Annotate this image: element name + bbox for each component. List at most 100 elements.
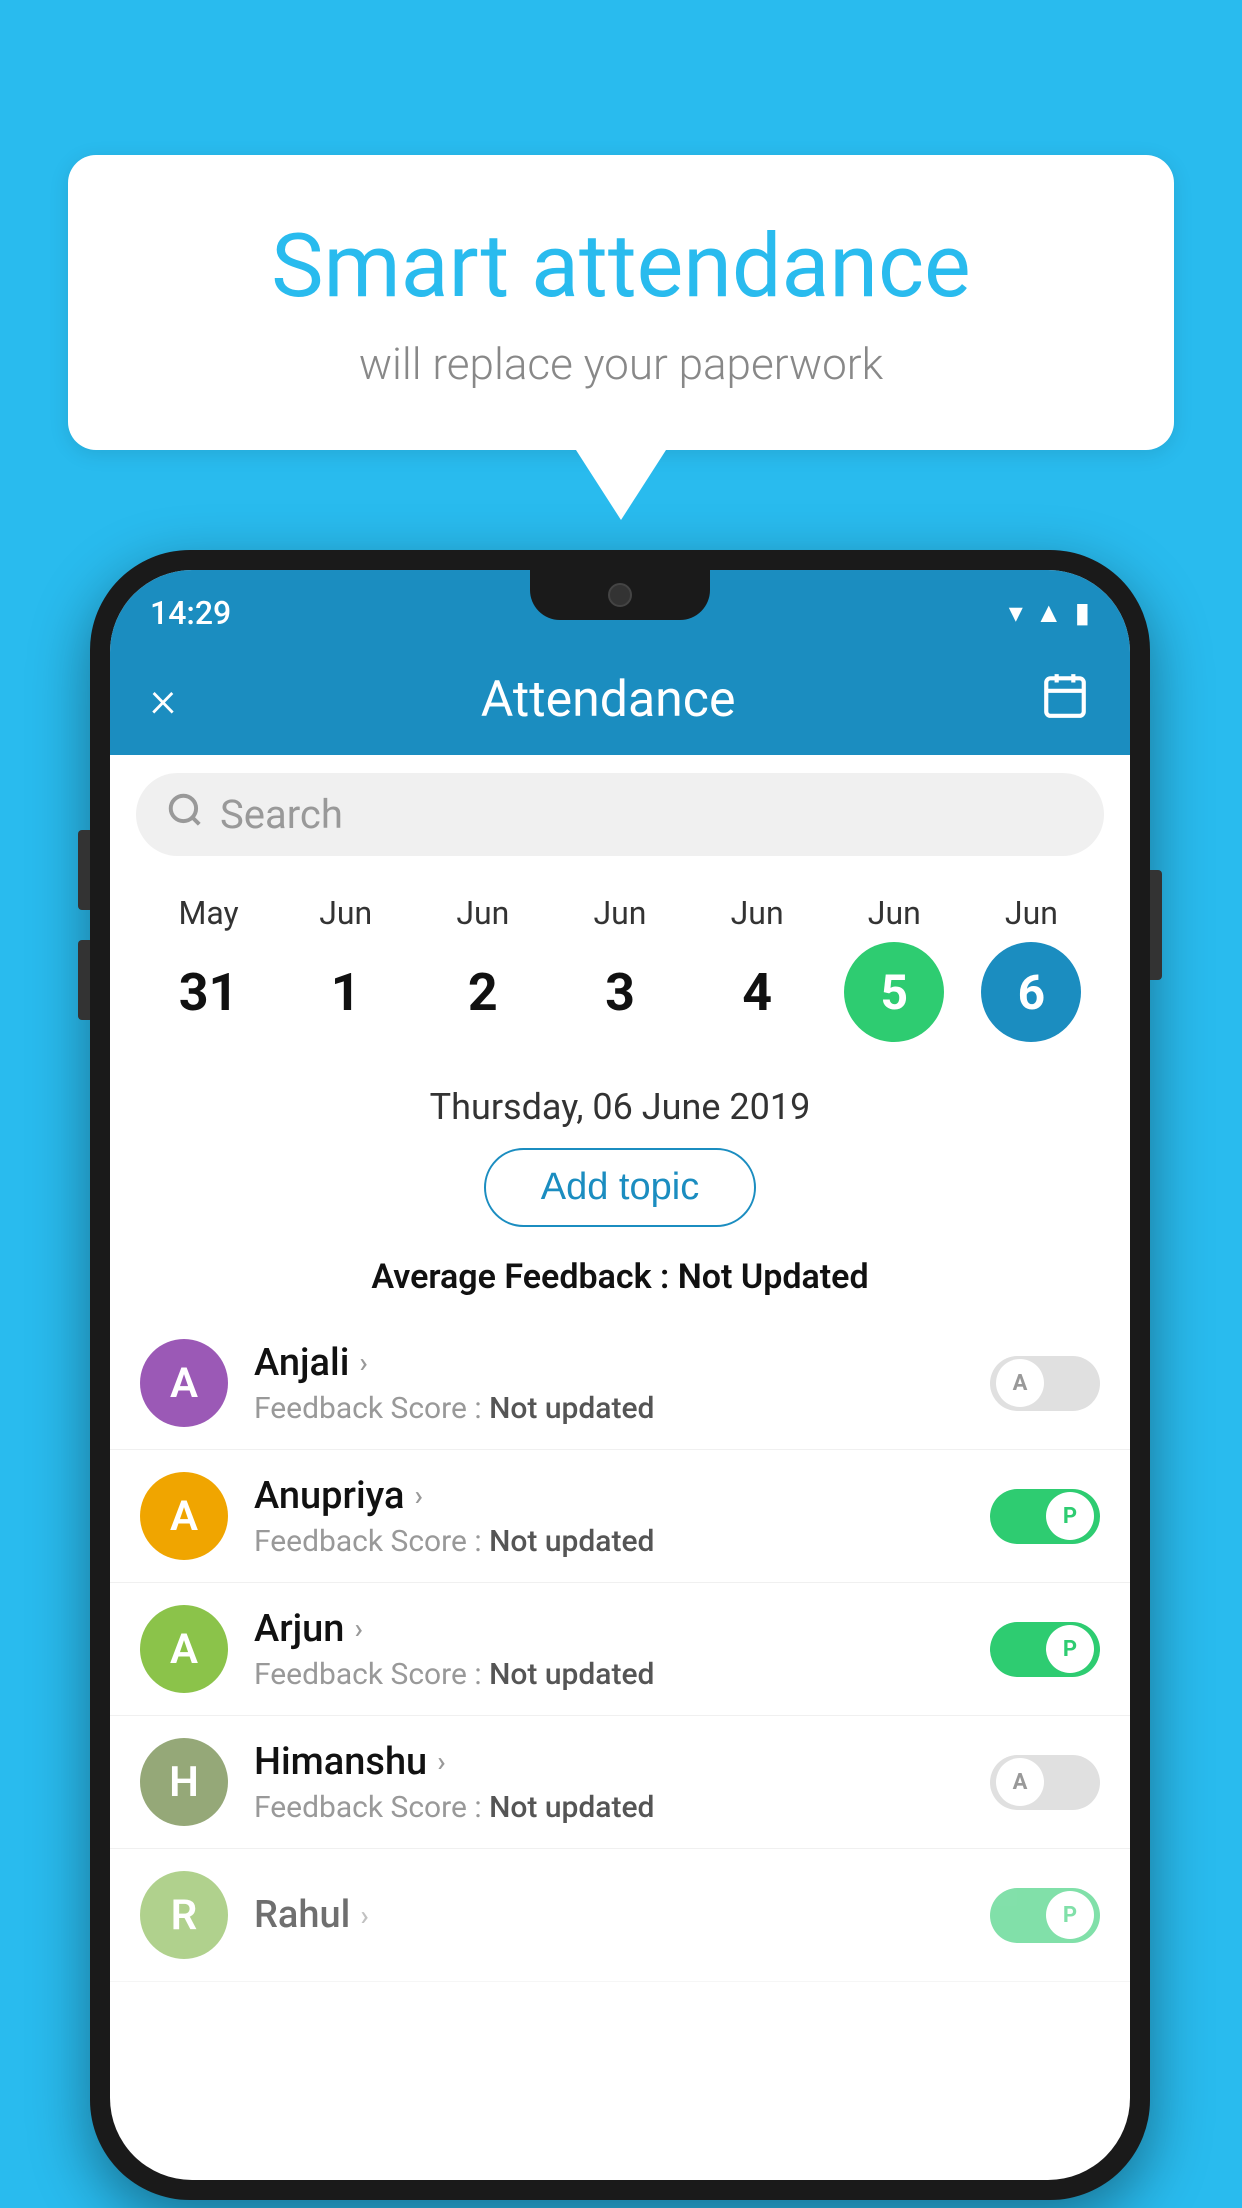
status-icons: ▾ ▲ ▮	[1009, 596, 1090, 629]
speech-bubble-container: Smart attendance will replace your paper…	[68, 155, 1174, 520]
month-0: May	[144, 894, 274, 932]
day-wrapper-4[interactable]: 4	[692, 962, 822, 1023]
student-info-himanshu: Himanshu › Feedback Score : Not updated	[254, 1740, 990, 1825]
power-button	[1150, 870, 1162, 980]
calendar-day-4[interactable]: 4	[692, 962, 822, 1023]
day-wrapper-0[interactable]: 31	[144, 962, 274, 1023]
speech-bubble-title: Smart attendance	[148, 215, 1094, 318]
phone-notch	[530, 570, 710, 620]
student-feedback-anjali: Feedback Score : Not updated	[254, 1391, 990, 1426]
student-avatar-anupriya: A	[140, 1472, 228, 1560]
speech-bubble: Smart attendance will replace your paper…	[68, 155, 1174, 450]
toggle-knob-anjali: A	[996, 1359, 1044, 1407]
attendance-toggle-anjali[interactable]: A	[990, 1356, 1100, 1411]
month-5: Jun	[829, 894, 959, 932]
student-info-anjali: Anjali › Feedback Score : Not updated	[254, 1341, 990, 1426]
avg-feedback: Average Feedback : Not Updated	[110, 1247, 1130, 1317]
student-name-anjali: Anjali ›	[254, 1341, 990, 1385]
student-info-arjun: Arjun › Feedback Score : Not updated	[254, 1607, 990, 1692]
day-wrapper-5[interactable]: 5	[829, 942, 959, 1042]
search-bar-container: Search	[110, 755, 1130, 874]
header-title: Attendance	[481, 671, 736, 729]
calendar-day-5-today[interactable]: 5	[844, 942, 944, 1042]
student-name-anupriya: Anupriya ›	[254, 1474, 990, 1518]
calendar-day-6-selected[interactable]: 6	[981, 942, 1081, 1042]
status-time: 14:29	[150, 594, 231, 632]
calendar-icon[interactable]	[1040, 670, 1090, 731]
student-item-partial[interactable]: R Rahul › P	[110, 1849, 1130, 1982]
calendar-months: May Jun Jun Jun Jun Jun Jun	[140, 894, 1100, 932]
phone-camera	[608, 583, 632, 607]
avg-feedback-label: Average Feedback :	[371, 1257, 677, 1297]
add-topic-button[interactable]: Add topic	[484, 1148, 756, 1227]
avg-feedback-value: Not Updated	[678, 1257, 869, 1297]
chevron-himanshu: ›	[437, 1745, 445, 1778]
student-avatar-partial: R	[140, 1871, 228, 1959]
student-feedback-arjun: Feedback Score : Not updated	[254, 1657, 990, 1692]
chevron-arjun: ›	[354, 1612, 362, 1645]
toggle-container-arjun: P	[990, 1622, 1100, 1677]
attendance-toggle-partial[interactable]: P	[990, 1888, 1100, 1943]
speech-bubble-subtitle: will replace your paperwork	[148, 338, 1094, 390]
speech-bubble-tail	[576, 450, 666, 520]
calendar-days: 31 1 2 3 4 5 6	[140, 942, 1100, 1042]
wifi-icon: ▾	[1009, 596, 1023, 629]
student-feedback-himanshu: Feedback Score : Not updated	[254, 1790, 990, 1825]
student-avatar-arjun: A	[140, 1605, 228, 1693]
student-feedback-anupriya: Feedback Score : Not updated	[254, 1524, 990, 1559]
toggle-knob-anupriya: P	[1046, 1492, 1094, 1540]
search-input[interactable]: Search	[220, 791, 343, 838]
toggle-container-himanshu: A	[990, 1755, 1100, 1810]
attendance-toggle-arjun[interactable]: P	[990, 1622, 1100, 1677]
calendar-strip: May Jun Jun Jun Jun Jun Jun 31 1 2	[110, 874, 1130, 1062]
student-item-himanshu[interactable]: H Himanshu › Feedback Score : Not update…	[110, 1716, 1130, 1849]
toggle-knob-himanshu: A	[996, 1758, 1044, 1806]
calendar-day-2[interactable]: 2	[418, 962, 548, 1023]
phone-frame: 14:29 ▾ ▲ ▮ × Attendance	[90, 550, 1150, 2200]
app-header: × Attendance	[110, 645, 1130, 755]
date-display: Thursday, 06 June 2019	[110, 1062, 1130, 1138]
day-wrapper-3[interactable]: 3	[555, 962, 685, 1023]
chevron-anjali: ›	[359, 1346, 367, 1379]
chevron-partial: ›	[360, 1899, 368, 1932]
student-item-arjun[interactable]: A Arjun › Feedback Score : Not updated P	[110, 1583, 1130, 1716]
toggle-container-anupriya: P	[990, 1489, 1100, 1544]
toggle-container-anjali: A	[990, 1356, 1100, 1411]
volume-up-button	[78, 830, 90, 910]
student-name-arjun: Arjun ›	[254, 1607, 990, 1651]
signal-icon: ▲	[1035, 596, 1063, 629]
toggle-container-partial: P	[990, 1888, 1100, 1943]
close-button[interactable]: ×	[150, 671, 176, 729]
student-list: A Anjali › Feedback Score : Not updated …	[110, 1317, 1130, 1982]
student-name-himanshu: Himanshu ›	[254, 1740, 990, 1784]
day-wrapper-1[interactable]: 1	[281, 962, 411, 1023]
month-2: Jun	[418, 894, 548, 932]
attendance-toggle-himanshu[interactable]: A	[990, 1755, 1100, 1810]
volume-down-button	[78, 940, 90, 1020]
month-4: Jun	[692, 894, 822, 932]
student-item-anjali[interactable]: A Anjali › Feedback Score : Not updated …	[110, 1317, 1130, 1450]
search-bar[interactable]: Search	[136, 773, 1104, 856]
student-avatar-himanshu: H	[140, 1738, 228, 1826]
chevron-anupriya: ›	[414, 1479, 422, 1512]
day-wrapper-6[interactable]: 6	[966, 942, 1096, 1042]
calendar-day-1[interactable]: 1	[281, 962, 411, 1023]
attendance-toggle-anupriya[interactable]: P	[990, 1489, 1100, 1544]
day-wrapper-2[interactable]: 2	[418, 962, 548, 1023]
add-topic-container: Add topic	[110, 1138, 1130, 1247]
calendar-day-31[interactable]: 31	[144, 962, 274, 1023]
month-3: Jun	[555, 894, 685, 932]
search-icon	[166, 791, 204, 838]
phone-screen: 14:29 ▾ ▲ ▮ × Attendance	[110, 570, 1130, 2180]
toggle-knob-partial: P	[1046, 1891, 1094, 1939]
student-info-partial: Rahul ›	[254, 1893, 990, 1937]
calendar-day-3[interactable]: 3	[555, 962, 685, 1023]
student-avatar-anjali: A	[140, 1339, 228, 1427]
student-name-partial: Rahul ›	[254, 1893, 990, 1937]
toggle-knob-arjun: P	[1046, 1625, 1094, 1673]
month-1: Jun	[281, 894, 411, 932]
battery-icon: ▮	[1075, 596, 1090, 629]
student-item-anupriya[interactable]: A Anupriya › Feedback Score : Not update…	[110, 1450, 1130, 1583]
month-6: Jun	[966, 894, 1096, 932]
student-info-anupriya: Anupriya › Feedback Score : Not updated	[254, 1474, 990, 1559]
